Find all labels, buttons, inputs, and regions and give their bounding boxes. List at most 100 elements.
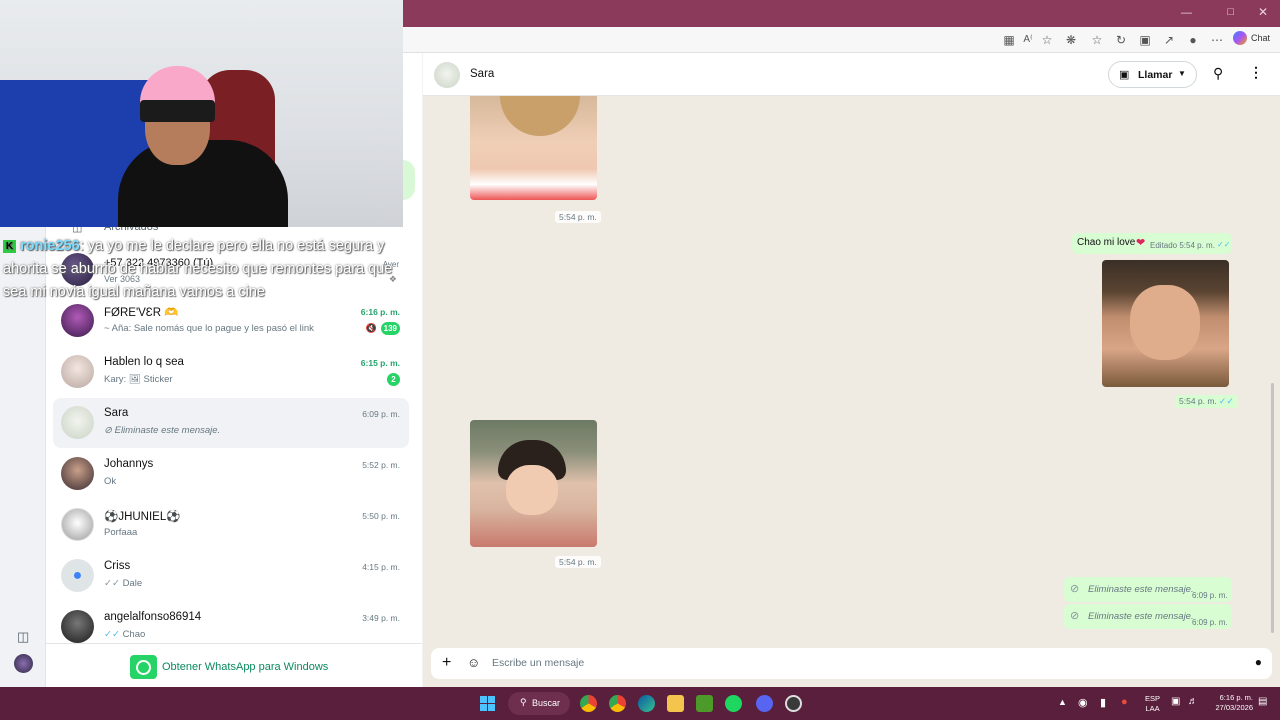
- chat-time: 4:15 p. m.: [362, 562, 400, 572]
- message-time: 6:09 p. m.: [1192, 618, 1228, 627]
- chat-item-jhuniel[interactable]: ⚽JHUNIEL⚽ Porfaaa 5:50 p. m.: [53, 500, 409, 550]
- chat-name: Sara: [104, 407, 129, 419]
- chat-item-johannys[interactable]: Johannys Ok 5:52 p. m.: [53, 449, 409, 499]
- default-avatar: ●: [61, 559, 94, 592]
- message-input[interactable]: Escribe un mensaje: [492, 657, 584, 669]
- spotify-icon[interactable]: [725, 695, 742, 712]
- edited-time: Editado 5:54 p. m.: [1150, 241, 1215, 250]
- chat-item-hablen-lo-q-sea[interactable]: Hablen lo q sea Kary: 🖼 Sticker 6:15 p. …: [53, 347, 409, 397]
- contact-name[interactable]: Sara: [470, 68, 494, 80]
- chevron-up-icon[interactable]: ▲: [1058, 697, 1067, 707]
- emoji-sticker-icon[interactable]: ☺: [467, 655, 480, 670]
- file-explorer-icon[interactable]: [667, 695, 684, 712]
- media-gallery-icon[interactable]: ◫: [17, 629, 29, 645]
- close-window-icon[interactable]: ✕: [1258, 5, 1268, 19]
- message-time-text: 5:54 p. m.: [1179, 396, 1217, 406]
- maximize-icon[interactable]: □: [1227, 6, 1234, 18]
- chat-name: Criss: [104, 560, 131, 572]
- discord-icon[interactable]: [756, 695, 773, 712]
- chat-label: Chat: [1250, 33, 1270, 43]
- message-text: Chao mi love: [1077, 237, 1136, 248]
- chat-time: 6:16 p. m.: [360, 307, 400, 317]
- battery-icon[interactable]: ▮: [1100, 696, 1106, 709]
- extensions-icon[interactable]: ❋: [1063, 32, 1079, 48]
- more-options-icon[interactable]: ⋯: [1209, 32, 1225, 48]
- chat-name: Hablen lo q sea: [104, 356, 184, 368]
- chrome-icon[interactable]: [580, 695, 597, 712]
- edge-icon[interactable]: [638, 695, 655, 712]
- video-camera-icon: ▣: [1119, 69, 1130, 81]
- menu-kebab-icon[interactable]: ⋮: [1249, 64, 1263, 81]
- history-icon[interactable]: ↻: [1113, 32, 1129, 48]
- minecraft-icon[interactable]: [696, 695, 713, 712]
- input-language[interactable]: ESP LAA: [1145, 694, 1160, 714]
- chat-preview: ✓✓ Chao: [104, 629, 145, 640]
- unread-badge: 2: [387, 373, 400, 386]
- volume-icon[interactable]: ♬: [1188, 696, 1198, 707]
- read-ticks-icon: ✓✓: [1218, 396, 1234, 406]
- chat-time: 3:49 p. m.: [362, 613, 400, 623]
- chat-name: FØRE'VƐR 🫶: [104, 307, 179, 319]
- tray-app-icon[interactable]: ◉: [1078, 696, 1088, 709]
- muted-icon: 🔇: [365, 323, 377, 333]
- chat-preview: Porfaaa: [104, 527, 138, 538]
- chat-preview: ⊘ Eliminaste este mensaje.: [104, 425, 220, 436]
- contact-avatar[interactable]: [434, 62, 460, 88]
- obs-icon[interactable]: [785, 695, 802, 712]
- chat-item-criss[interactable]: ● Criss ✓✓ Dale 4:15 p. m.: [53, 551, 409, 601]
- chrome-profile-icon[interactable]: [609, 695, 626, 712]
- collections-icon[interactable]: ▣: [1137, 32, 1153, 48]
- network-icon[interactable]: ▣: [1171, 696, 1180, 707]
- outgoing-text-message[interactable]: Chao mi love ❤ Editado 5:54 p. m. ✓✓: [1072, 233, 1232, 254]
- app-grid-icon[interactable]: ▦: [1001, 32, 1017, 48]
- message-time: 5:54 p. m.: [555, 556, 601, 568]
- avatar: [61, 508, 94, 541]
- favorite-star-icon[interactable]: ☆: [1039, 32, 1055, 48]
- person-icon: ●: [72, 566, 83, 584]
- deleted-message[interactable]: ⊘ Eliminaste este mensaje. 6:09 p. m.: [1064, 577, 1232, 602]
- chat-time: 5:50 p. m.: [362, 511, 400, 521]
- my-profile-avatar[interactable]: [14, 654, 33, 673]
- chat-preview-text: Eliminaste este mensaje.: [114, 425, 221, 436]
- deleted-text: Eliminaste este mensaje.: [1088, 611, 1194, 622]
- clock[interactable]: 6:16 p. m. 27/03/2026: [1207, 693, 1253, 713]
- message-time: 5:54 p. m. ✓✓: [1175, 395, 1238, 408]
- chevron-down-icon: ▼: [1178, 69, 1186, 78]
- call-button[interactable]: ▣ Llamar ▼: [1108, 61, 1197, 88]
- taskbar-search[interactable]: ⚲ Buscar: [508, 692, 570, 715]
- notifications-icon[interactable]: ▤: [1258, 696, 1267, 707]
- stream-chat-overlay: K ronie256: ya yo me le declare pero ell…: [3, 235, 403, 304]
- kick-logo-icon: K: [3, 239, 16, 253]
- profile-icon[interactable]: ●: [1185, 32, 1201, 48]
- conversation-scrollbar[interactable]: [1271, 383, 1274, 633]
- deleted-icon: ⊘: [1070, 610, 1080, 622]
- read-aloud-icon[interactable]: A⁽: [1020, 32, 1036, 48]
- favorites-icon[interactable]: ☆: [1089, 32, 1105, 48]
- image-hair: [500, 96, 580, 136]
- windows-start-icon[interactable]: [480, 696, 495, 711]
- stream-username: ronie256: [20, 238, 80, 254]
- message-composer: + ☺ Escribe un mensaje ●: [431, 648, 1272, 679]
- image-message[interactable]: [470, 96, 597, 200]
- double-check-icon: ✓✓: [104, 629, 123, 640]
- attach-plus-icon[interactable]: +: [442, 654, 451, 672]
- minimize-icon[interactable]: —: [1181, 7, 1192, 19]
- tray-red-icon[interactable]: ●: [1121, 696, 1128, 708]
- chat-preview-text: Dale: [122, 578, 143, 589]
- webcam-hair: [140, 100, 215, 122]
- chat-item-sara[interactable]: Sara ⊘ Eliminaste este mensaje. 6:09 p. …: [53, 398, 409, 448]
- copilot-chat-button[interactable]: Chat: [1232, 31, 1270, 45]
- microphone-icon[interactable]: ●: [1255, 655, 1262, 669]
- outgoing-image-message[interactable]: [1102, 260, 1229, 387]
- avatar: [61, 304, 94, 337]
- search-icon[interactable]: ⚲: [1213, 65, 1223, 82]
- deleted-message[interactable]: ⊘ Eliminaste este mensaje. 6:09 p. m.: [1064, 604, 1232, 629]
- image-message[interactable]: [470, 420, 597, 547]
- get-whatsapp-link[interactable]: Obtener WhatsApp para Windows: [162, 661, 328, 673]
- deleted-icon: ⊘: [104, 425, 115, 436]
- share-icon[interactable]: ↗: [1161, 32, 1177, 48]
- avatar: [61, 610, 94, 643]
- avatar: [61, 406, 94, 439]
- get-whatsapp-banner[interactable]: Obtener WhatsApp para Windows: [46, 643, 422, 687]
- browser-toolbar: ▦ A⁽ ☆ ❋ ☆ ↻ ▣ ↗ ● ⋯ Chat: [403, 27, 1280, 53]
